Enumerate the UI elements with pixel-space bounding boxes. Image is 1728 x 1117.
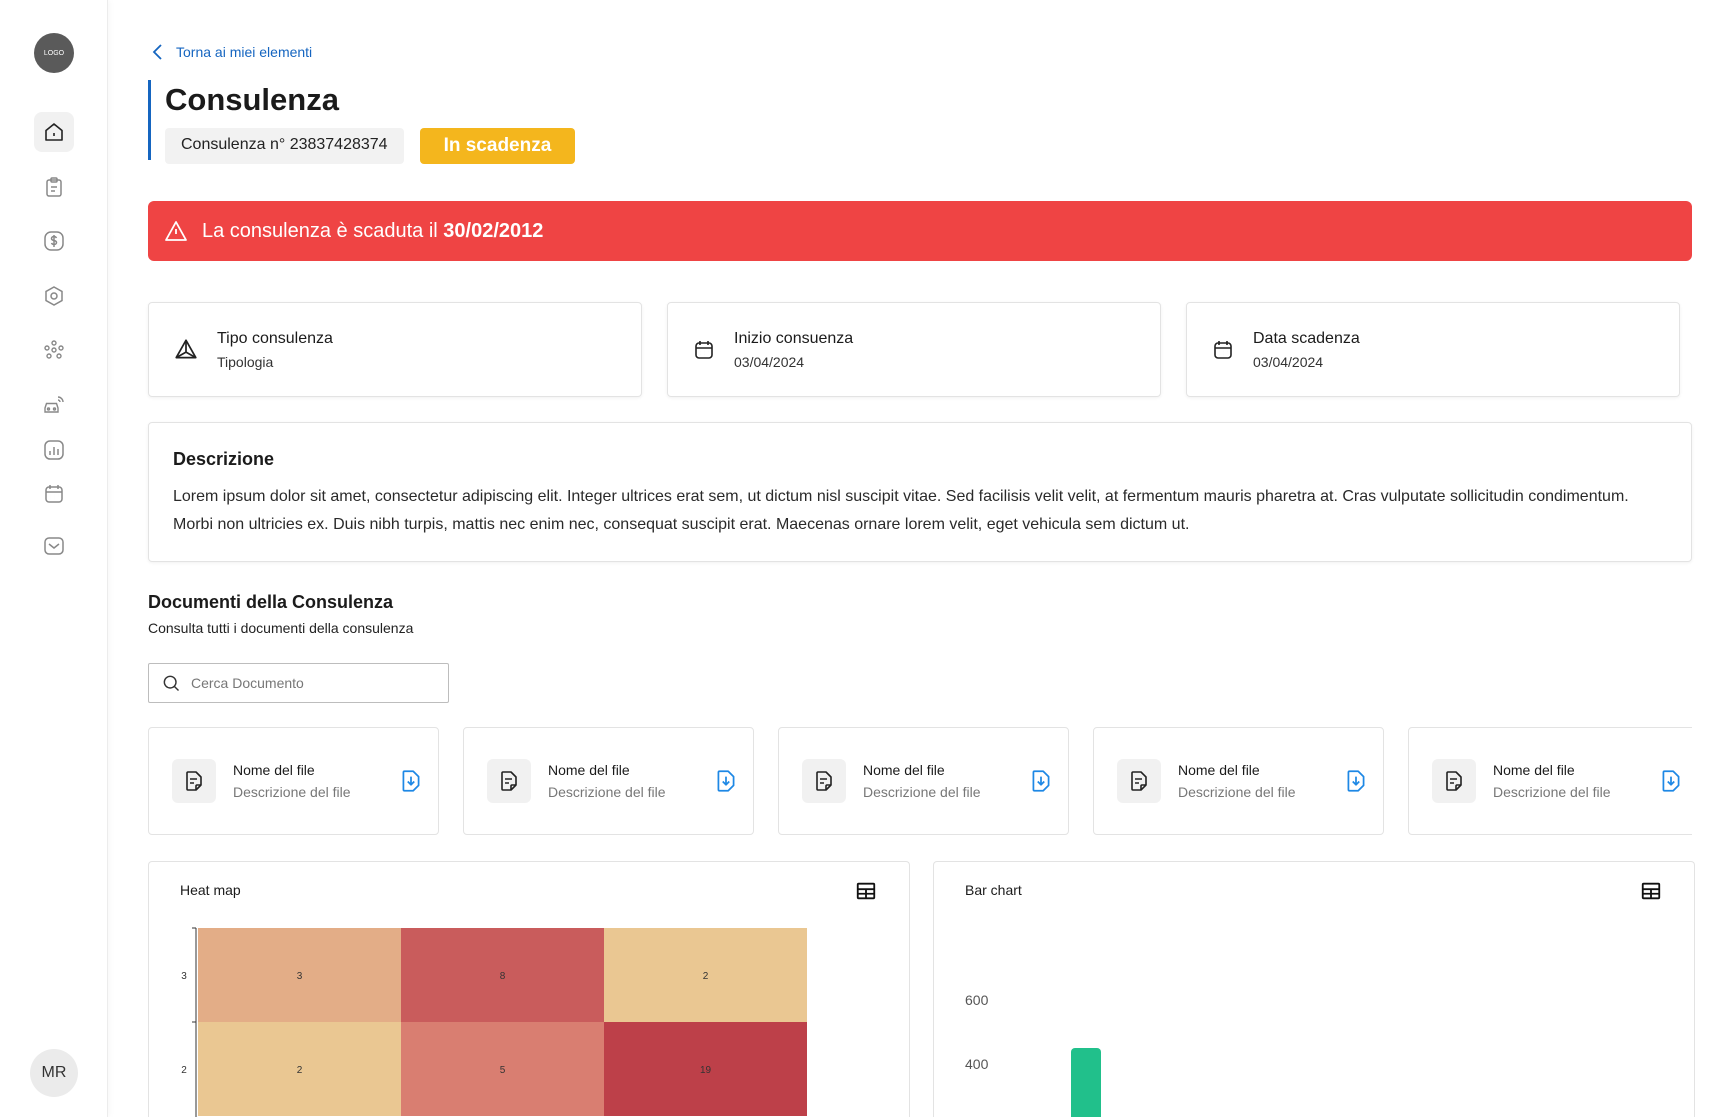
file-card[interactable]: Nome del file Descrizione del file (148, 727, 439, 835)
nav-vehicles[interactable] (34, 385, 74, 425)
heatmap-cell-value: 19 (700, 1065, 712, 1076)
nav-analytics[interactable] (34, 430, 74, 470)
calendar-icon (45, 485, 63, 503)
info-card-value: Tipologia (217, 353, 274, 370)
file-description: Descrizione del file (233, 784, 351, 800)
car-connected-icon (44, 396, 64, 413)
bar-y-tick-label: 400 (965, 1056, 989, 1072)
clipboard-icon (46, 177, 62, 197)
barchart-card: Bar chart 600 400 (933, 861, 1695, 1117)
bar-y-tick-label: 600 (965, 992, 989, 1008)
download-icon[interactable] (1657, 767, 1685, 795)
info-card-title: Tipo consulenza (217, 329, 333, 347)
file-description: Descrizione del file (1493, 784, 1611, 800)
heatmap-cell-value: 2 (297, 1065, 303, 1076)
people-group-icon (44, 340, 64, 359)
file-name: Nome del file (548, 762, 630, 778)
info-card-expiry: Data scadenza 03/04/2024 (1186, 302, 1680, 397)
heatmap-card: Heat map 3 3 8 2 2 2 5 19 (148, 861, 910, 1117)
analytics-icon (44, 440, 64, 460)
download-icon[interactable] (397, 767, 425, 795)
nav-settings[interactable] (34, 276, 74, 316)
heatmap-plot: 3 3 8 2 2 2 5 19 (181, 927, 807, 1117)
barchart-plot: 600 400 (965, 992, 1101, 1117)
back-link[interactable]: Torna ai miei elementi (152, 43, 312, 61)
consultation-id-chip: Consulenza n° 23837428374 (165, 128, 404, 164)
file-icon (1432, 759, 1476, 803)
logo-label: LOGO (43, 49, 65, 57)
nav-payments[interactable] (34, 221, 74, 261)
prism-icon (175, 338, 197, 358)
download-icon[interactable] (1342, 767, 1370, 795)
download-icon[interactable] (712, 767, 740, 795)
file-name: Nome del file (1493, 762, 1575, 778)
info-card-title: Data scadenza (1253, 329, 1360, 347)
heatmap-cell-value: 2 (703, 971, 709, 982)
file-description: Descrizione del file (548, 784, 666, 800)
document-search[interactable] (148, 663, 449, 703)
file-card[interactable]: Nome del file Descrizione del file (778, 727, 1069, 835)
file-card[interactable]: Nome del file Descrizione del file (1408, 727, 1692, 835)
documents-subtitle: Consulta tutti i documenti della consule… (148, 620, 414, 636)
avatar-initials: MR (41, 1064, 67, 1081)
inbox-icon (44, 537, 64, 555)
calendar-icon (695, 340, 713, 359)
heatmap-y-label: 2 (181, 1065, 187, 1076)
heatmap-cell-value: 5 (500, 1065, 506, 1076)
documents-title: Documenti della Consulenza (148, 592, 394, 612)
description-title: Descrizione (173, 449, 275, 469)
home-icon (45, 123, 63, 141)
file-name: Nome del file (1178, 762, 1260, 778)
hexagon-settings-icon (45, 286, 63, 306)
expired-alert: La consulenza è scaduta il 30/02/2012 (148, 201, 1692, 261)
file-description: Descrizione del file (863, 784, 981, 800)
info-card-title: Inizio consuenza (734, 329, 854, 347)
info-card-value: 03/04/2024 (734, 353, 805, 370)
title-block: Consulenza Consulenza n° 23837428374 In … (148, 80, 576, 164)
nav-inbox[interactable] (34, 526, 74, 566)
calendar-icon (1214, 340, 1232, 359)
nav-clipboard[interactable] (34, 167, 74, 207)
bar (1071, 1048, 1101, 1117)
search-input[interactable] (191, 675, 431, 691)
search-icon (163, 675, 180, 692)
file-description: Descrizione del file (1178, 784, 1296, 800)
chevron-left-icon (152, 44, 162, 60)
info-card-type: Tipo consulenza Tipologia (148, 302, 642, 397)
info-card-start: Inizio consuenza 03/04/2024 (667, 302, 1161, 397)
dollar-icon (44, 231, 64, 251)
file-icon (487, 759, 531, 803)
file-icon (1117, 759, 1161, 803)
file-name: Nome del file (863, 762, 945, 778)
file-card[interactable]: Nome del file Descrizione del file (463, 727, 754, 835)
nav-calendar[interactable] (34, 474, 74, 514)
description-text: Lorem ipsum dolor sit amet, consectetur … (173, 488, 1629, 533)
alert-date: 30/02/2012 (443, 219, 544, 242)
avatar[interactable]: MR (30, 1049, 78, 1097)
info-card-value: 03/04/2024 (1253, 353, 1324, 370)
nav-home[interactable] (34, 112, 74, 152)
back-link-label: Torna ai miei elementi (176, 44, 313, 60)
sidebar: LOGO MR (0, 0, 108, 1117)
heatmap-cell-value: 3 (297, 971, 303, 982)
status-badge: In scadenza (419, 128, 576, 164)
alert-text: La consulenza è scaduta il 30/02/2012 (202, 219, 544, 242)
logo[interactable]: LOGO (34, 33, 74, 73)
page-title: Consulenza (165, 82, 339, 117)
warning-icon (165, 221, 187, 241)
description-card: Descrizione Lorem ipsum dolor sit amet, … (148, 422, 1692, 562)
file-icon (802, 759, 846, 803)
heatmap-cell-value: 8 (500, 971, 506, 982)
nav-groups[interactable] (34, 330, 74, 370)
file-name: Nome del file (233, 762, 315, 778)
file-card[interactable]: Nome del file Descrizione del file (1093, 727, 1384, 835)
download-icon[interactable] (1027, 767, 1055, 795)
file-icon (172, 759, 216, 803)
heatmap-y-label: 3 (181, 971, 187, 982)
files-row: Nome del file Descrizione del file Nome d… (148, 727, 1692, 835)
